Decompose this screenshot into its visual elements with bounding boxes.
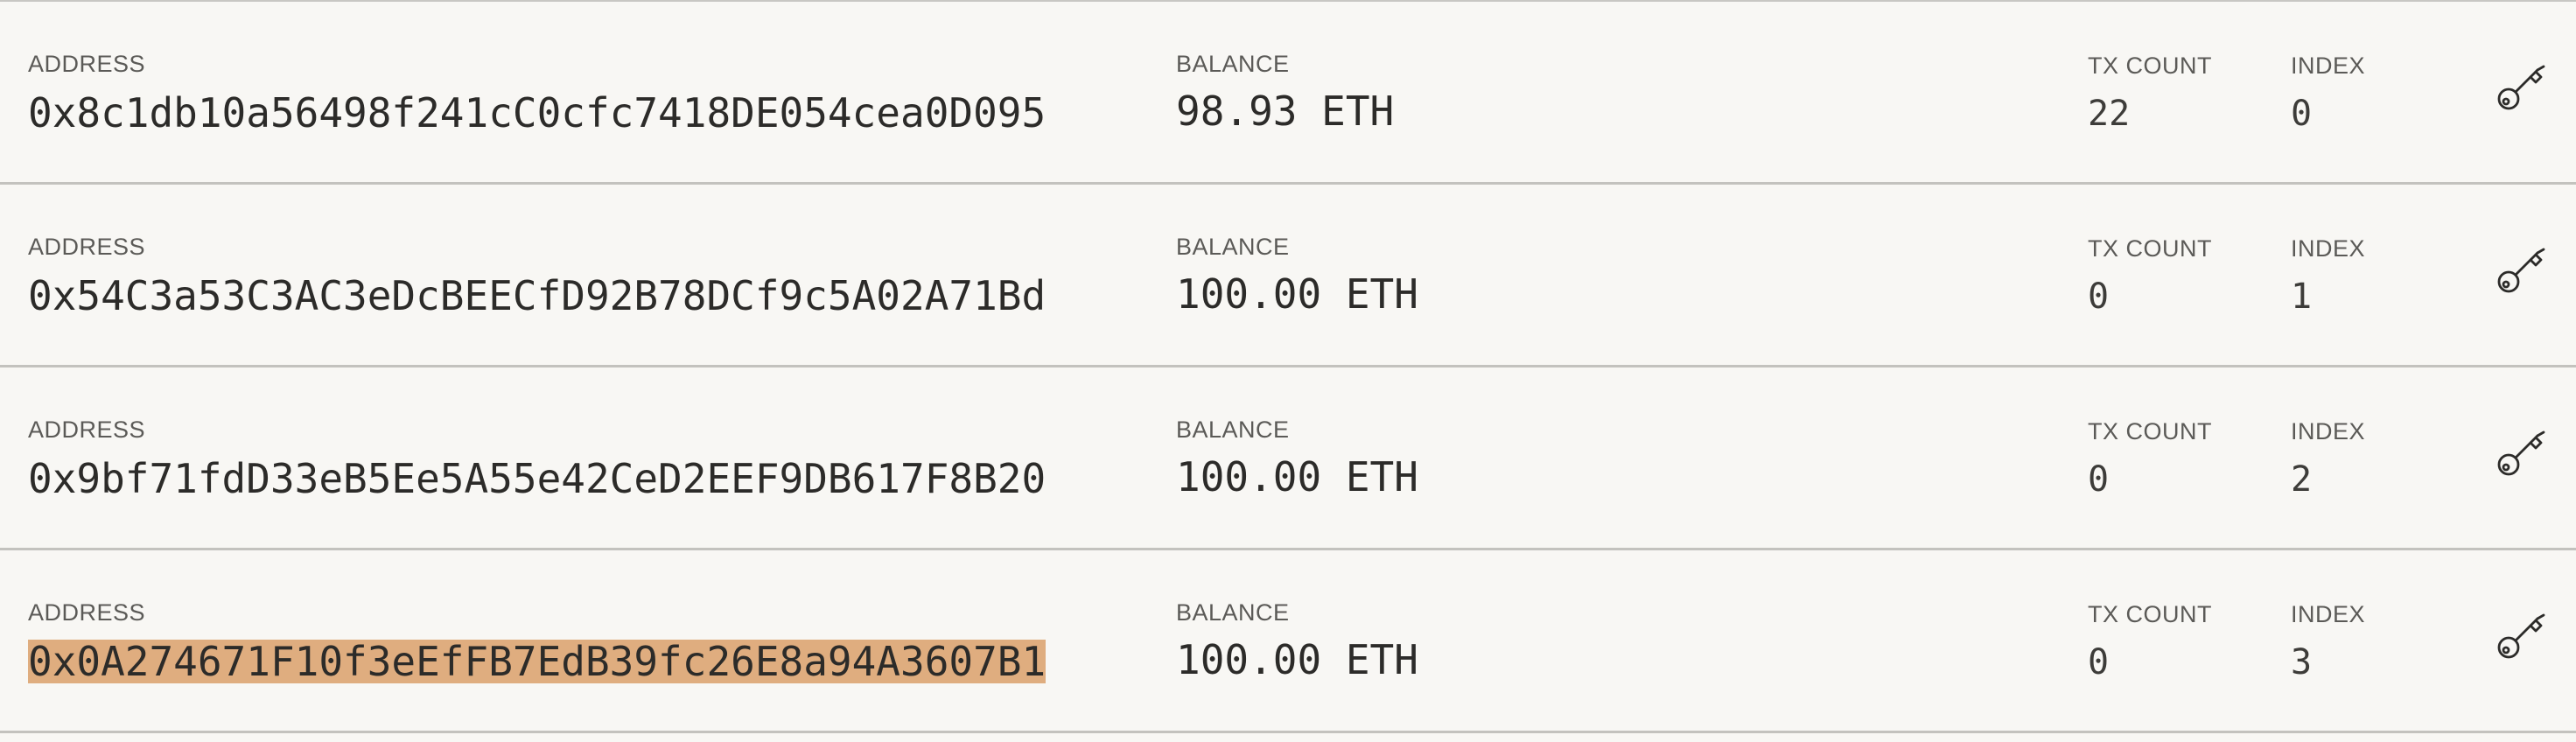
key-icon[interactable] (2494, 242, 2548, 297)
tx-count-value: 0 (2088, 642, 2110, 682)
balance-value: 100.00 ETH (1176, 453, 1418, 500)
account-row: ADDRESS 0x9bf71fdD33eB5Ee5A55e42CeD2EEF9… (0, 368, 2576, 550)
tx-count-label: TX COUNT (2088, 52, 2212, 79)
tx-count-value: 0 (2088, 276, 2110, 317)
balance-label: BALANCE (1176, 51, 1290, 77)
tx-count-label: TX COUNT (2088, 601, 2212, 627)
balance-label: BALANCE (1176, 234, 1290, 260)
index-label: INDEX (2291, 601, 2366, 627)
index-label: INDEX (2291, 52, 2366, 79)
address-value[interactable]: 0x9bf71fdD33eB5Ee5A55e42CeD2EEF9DB617F8B… (28, 457, 1046, 500)
address-label: ADDRESS (28, 234, 146, 260)
address-value[interactable]: 0x54C3a53C3AC3eDcBEECfD92B78DCf9c5A02A71… (28, 274, 1046, 318)
account-row: ADDRESS 0x8c1db10a56498f241cC0cfc7418DE0… (0, 2, 2576, 185)
index-label: INDEX (2291, 235, 2366, 262)
accounts-list: ADDRESS 0x8c1db10a56498f241cC0cfc7418DE0… (0, 0, 2576, 742)
balance-label: BALANCE (1176, 416, 1290, 443)
address-value[interactable]: 0x8c1db10a56498f241cC0cfc7418DE054cea0D0… (28, 91, 1046, 135)
account-row: ADDRESS 0x54C3a53C3AC3eDcBEECfD92B78DCf9… (0, 185, 2576, 368)
key-icon[interactable] (2494, 60, 2548, 114)
address-label: ADDRESS (28, 416, 146, 443)
tx-count-value: 22 (2088, 94, 2131, 134)
index-value: 3 (2291, 642, 2313, 682)
key-icon[interactable] (2494, 425, 2548, 480)
index-value: 2 (2291, 459, 2313, 500)
address-label: ADDRESS (28, 51, 146, 77)
index-value: 0 (2291, 94, 2313, 134)
index-value: 1 (2291, 276, 2313, 317)
tx-count-label: TX COUNT (2088, 235, 2212, 262)
key-icon[interactable] (2494, 608, 2548, 662)
balance-label: BALANCE (1176, 599, 1290, 626)
tx-count-value: 0 (2088, 459, 2110, 500)
address-value-selected[interactable]: 0x0A274671F10f3eEfFB7EdB39fc26E8a94A3607… (28, 640, 1046, 683)
tx-count-label: TX COUNT (2088, 418, 2212, 444)
address-label: ADDRESS (28, 599, 146, 626)
balance-value: 100.00 ETH (1176, 270, 1418, 318)
balance-value: 98.93 ETH (1176, 88, 1395, 135)
balance-value: 100.00 ETH (1176, 636, 1418, 683)
index-label: INDEX (2291, 418, 2366, 444)
account-row: ADDRESS 0x0A274671F10f3eEfFB7EdB39fc26E8… (0, 550, 2576, 733)
